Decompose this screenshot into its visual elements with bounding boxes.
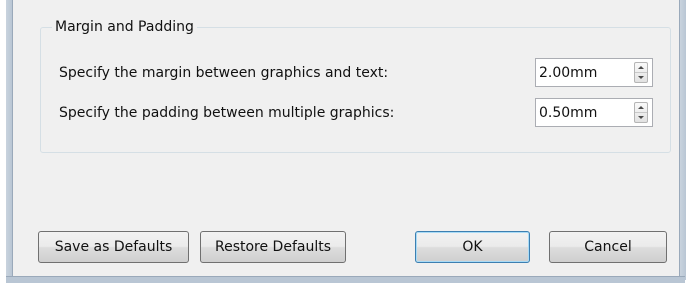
chevron-down-icon (638, 116, 644, 119)
margin-spinbox[interactable]: 2.00mm (535, 58, 653, 87)
group-title: Margin and Padding (52, 18, 197, 36)
margin-padding-group (40, 27, 671, 153)
padding-spin-buttons (634, 102, 648, 123)
restore-defaults-button[interactable]: Restore Defaults (200, 231, 346, 263)
save-as-defaults-button[interactable]: Save as Defaults (38, 231, 189, 263)
cancel-button[interactable]: Cancel (549, 231, 667, 263)
chevron-down-icon (638, 76, 644, 79)
chevron-up-icon (638, 66, 644, 69)
margin-value[interactable]: 2.00mm (539, 64, 597, 82)
chevron-up-icon (638, 106, 644, 109)
margin-spin-down-button[interactable] (635, 73, 647, 82)
margin-spin-buttons (634, 62, 648, 83)
padding-spin-down-button[interactable] (635, 113, 647, 122)
padding-label: Specify the padding between multiple gra… (59, 105, 395, 121)
ok-button[interactable]: OK (415, 231, 530, 263)
window-frame-left (6, 0, 13, 280)
padding-spinbox[interactable]: 0.50mm (535, 98, 653, 127)
margin-spin-up-button[interactable] (635, 63, 647, 73)
window-frame-right (679, 0, 686, 280)
options-dialog: Margin and Padding Specify the margin be… (0, 0, 697, 291)
padding-value[interactable]: 0.50mm (539, 104, 597, 122)
padding-spin-up-button[interactable] (635, 103, 647, 113)
window-frame-bottom (6, 276, 685, 283)
margin-label: Specify the margin between graphics and … (59, 65, 389, 81)
